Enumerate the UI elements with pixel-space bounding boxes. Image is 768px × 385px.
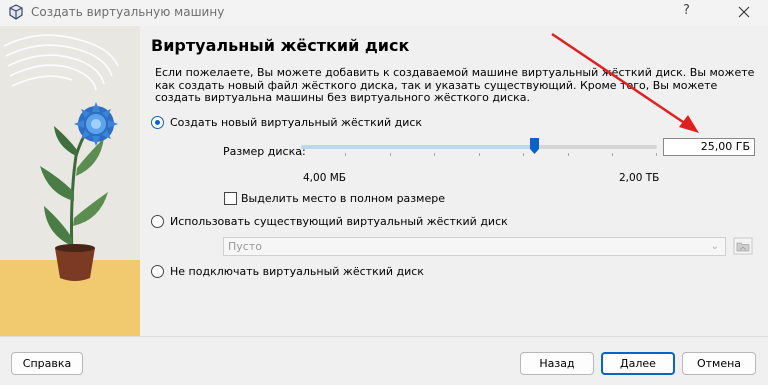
page-title: Виртуальный жёсткий диск <box>151 36 410 55</box>
description-line: Если пожелаете, Вы можете добавить к соз… <box>155 66 755 79</box>
slider-thumb[interactable] <box>529 137 540 155</box>
window-title: Создать виртуальную машину <box>31 5 225 19</box>
virtualbox-icon <box>9 4 23 20</box>
slider-max-label: 2,00 ТБ <box>619 172 660 184</box>
folder-icon[interactable] <box>733 237 753 255</box>
disk-size-slider[interactable] <box>301 137 657 159</box>
combo-value: Пусто <box>228 240 262 253</box>
slider-tick <box>568 153 569 156</box>
wizard-illustration <box>0 26 140 336</box>
close-icon[interactable] <box>729 0 759 24</box>
use-existing-disk-radio[interactable] <box>151 215 164 228</box>
slider-tick <box>479 153 480 156</box>
help-button[interactable]: Справка <box>11 352 83 375</box>
title-bar: Создать виртуальную машину ? <box>0 0 768 26</box>
page-description: Если пожелаете, Вы можете добавить к соз… <box>155 66 755 105</box>
disk-size-label: Размер диска: <box>223 145 306 158</box>
slider-tick <box>345 153 346 156</box>
slider-tick <box>301 153 302 156</box>
description-line: создать виртуальна машины без виртуально… <box>155 91 531 104</box>
slider-tick <box>434 153 435 156</box>
preallocate-label[interactable]: Выделить место в полном размере <box>241 192 445 205</box>
preallocate-checkbox[interactable] <box>224 192 237 205</box>
slider-tick <box>390 153 391 156</box>
no-disk-label[interactable]: Не подключать виртуальный жёсткий диск <box>170 265 424 278</box>
slider-tick <box>523 153 524 156</box>
slider-min-label: 4,00 МБ <box>303 172 346 184</box>
help-title-button[interactable]: ? <box>683 3 690 18</box>
slider-tick <box>612 153 613 156</box>
chevron-down-icon: ⌄ <box>710 241 719 252</box>
disk-size-input[interactable]: 25,00 ГБ <box>663 138 755 156</box>
no-disk-radio[interactable] <box>151 265 164 278</box>
existing-disk-combo[interactable]: Пусто ⌄ <box>223 237 726 256</box>
create-new-disk-radio[interactable] <box>151 116 164 129</box>
slider-fill <box>301 145 534 149</box>
create-new-disk-label[interactable]: Создать новый виртуальный жёсткий диск <box>170 116 422 129</box>
use-existing-disk-label[interactable]: Использовать существующий виртуальный жё… <box>170 215 508 228</box>
cancel-button[interactable]: Отмена <box>682 352 756 375</box>
back-button[interactable]: Назад <box>520 352 594 375</box>
slider-tick <box>656 153 657 156</box>
next-button[interactable]: Далее <box>601 352 675 375</box>
